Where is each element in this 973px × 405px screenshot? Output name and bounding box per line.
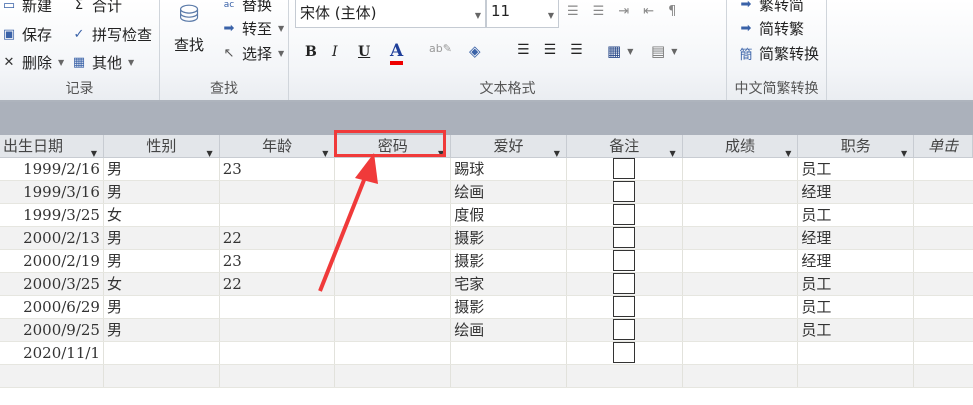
annotation-arrow <box>318 153 378 292</box>
